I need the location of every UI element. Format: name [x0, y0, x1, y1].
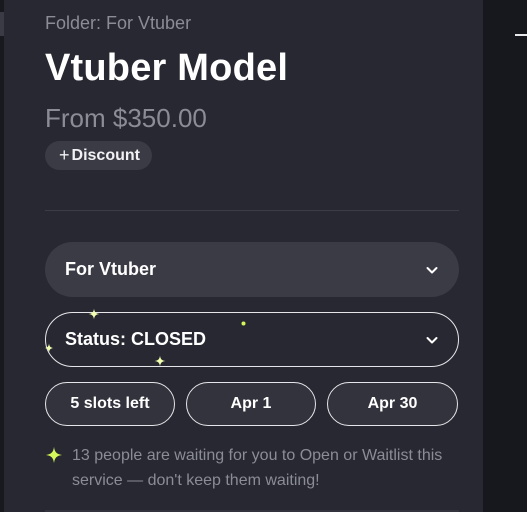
divider: [45, 210, 459, 211]
sparkle-icon: [45, 446, 63, 464]
status-select[interactable]: Status: CLOSED: [45, 312, 459, 367]
service-price: From $350.00: [45, 103, 207, 133]
availability-pills: 5 slots left Apr 1 Apr 30: [45, 382, 459, 426]
folder-select-value: For Vtuber: [65, 259, 157, 279]
end-date-button[interactable]: Apr 30: [327, 382, 458, 426]
discount-label: Discount: [71, 146, 140, 164]
waiting-notice: 13 people are waiting for you to Open or…: [45, 443, 459, 493]
service-title: Vtuber Model: [45, 47, 289, 89]
close-icon[interactable]: [515, 34, 527, 36]
chevron-down-icon: [425, 333, 439, 347]
add-discount-button[interactable]: + Discount: [45, 141, 152, 170]
screen: Folder: For Vtuber Vtuber Model From $35…: [0, 0, 527, 512]
start-date-button[interactable]: Apr 1: [186, 382, 316, 426]
right-edge: [483, 0, 527, 512]
status-select-value: Status: CLOSED: [65, 329, 207, 349]
plus-icon: +: [59, 145, 70, 165]
slots-left-button[interactable]: 5 slots left: [45, 382, 175, 426]
waiting-notice-text: 13 people are waiting for you to Open or…: [72, 447, 443, 489]
service-panel: Folder: For Vtuber Vtuber Model From $35…: [4, 0, 483, 512]
folder-label: Folder: For Vtuber: [45, 13, 192, 33]
chevron-down-icon: [425, 263, 439, 277]
folder-select[interactable]: For Vtuber: [45, 242, 459, 297]
